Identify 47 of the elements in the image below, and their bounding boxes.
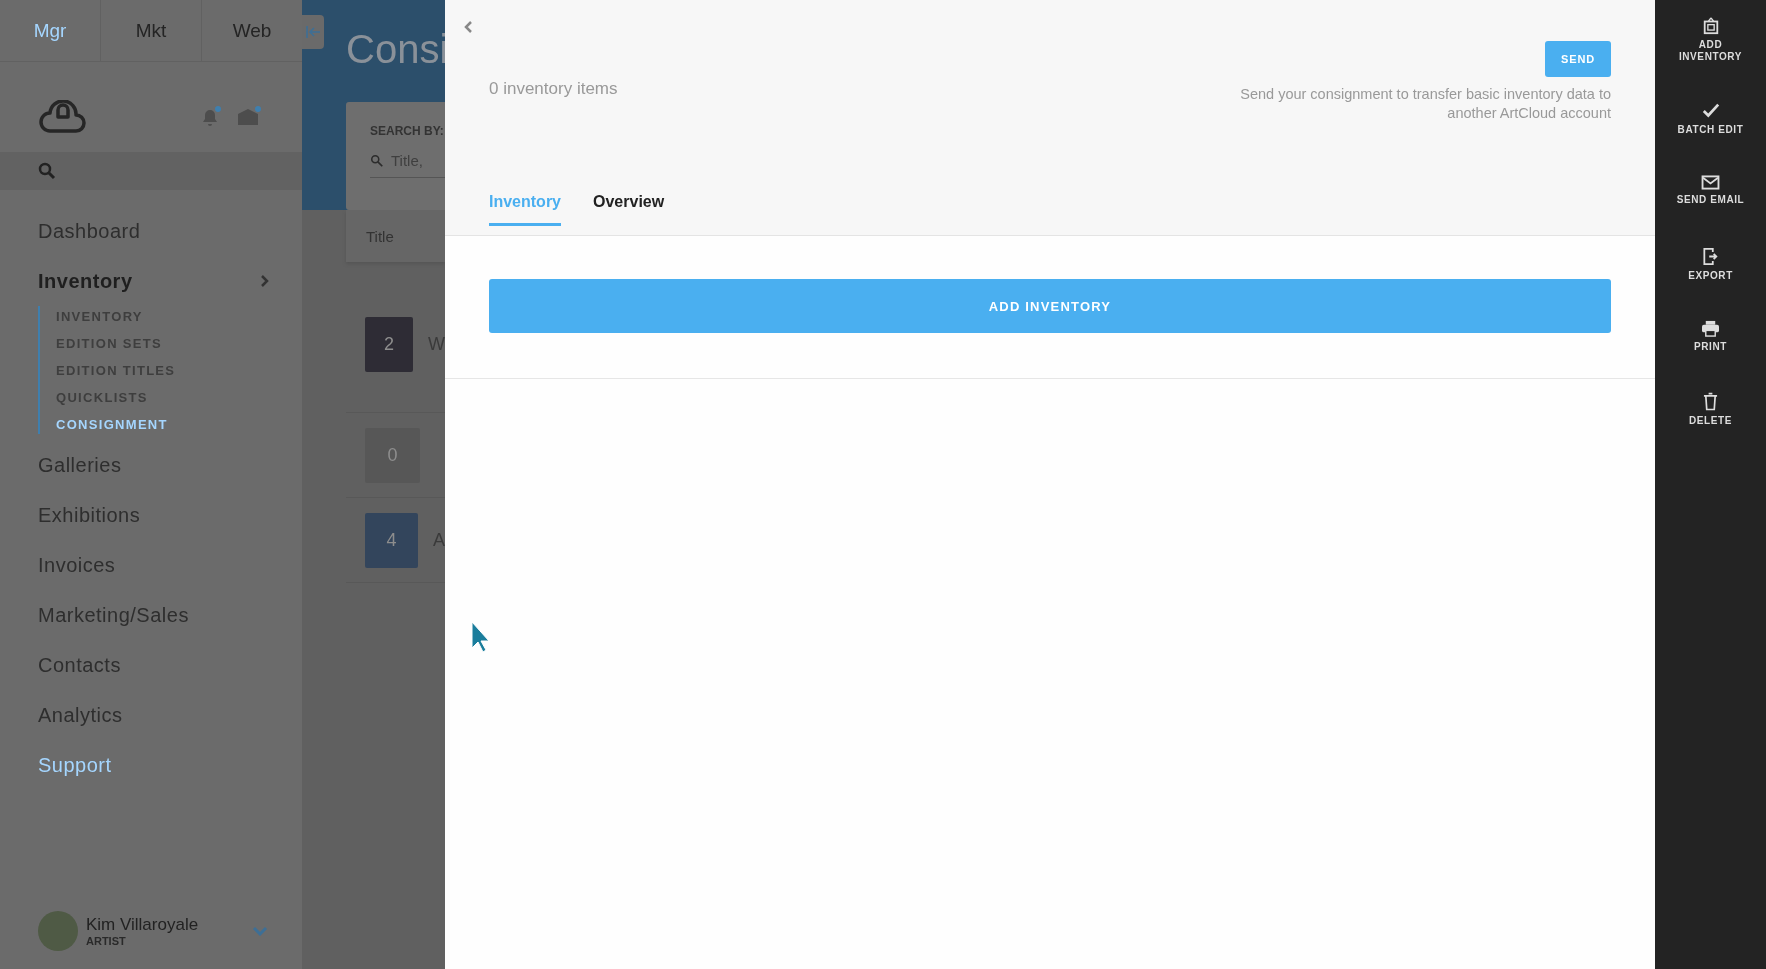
- cursor-icon: [470, 620, 490, 654]
- nav-item[interactable]: Support: [38, 753, 112, 777]
- toolbar-button[interactable]: EXPORT: [1655, 247, 1766, 320]
- toolbar-button[interactable]: DELETE: [1655, 392, 1766, 465]
- send-button[interactable]: SEND: [1545, 41, 1611, 77]
- nav-item[interactable]: Contacts: [38, 653, 121, 677]
- tab[interactable]: Overview: [593, 193, 665, 226]
- toolbar-button[interactable]: PRINT: [1655, 319, 1766, 392]
- avatar: [38, 911, 78, 951]
- toolbar-button[interactable]: ADD INVENTORY: [1655, 17, 1766, 102]
- nav-item[interactable]: Dashboard: [38, 219, 141, 243]
- nav-item[interactable]: Analytics: [38, 703, 123, 727]
- collapse-icon: [305, 25, 321, 39]
- send-description: Send your consignment to transfer basic inventory data to another ArtCloud account: [1239, 85, 1611, 123]
- nav-item[interactable]: Marketing/Sales: [38, 603, 189, 627]
- user-name: Kim Villaroyale: [86, 915, 199, 935]
- add-inventory-button[interactable]: ADD INVENTORY: [489, 279, 1611, 333]
- search-icon: [370, 153, 384, 168]
- search-icon: [37, 161, 57, 181]
- search-label: SEARCH BY:: [370, 124, 445, 138]
- search-field[interactable]: [0, 152, 302, 190]
- nav-item[interactable]: Invoices: [38, 553, 116, 577]
- cloud-logo-icon: [38, 100, 86, 134]
- framed-picture-icon: [1701, 17, 1720, 35]
- subnav-item[interactable]: CONSIGNMENT: [56, 417, 302, 432]
- collapse-button[interactable]: [302, 15, 324, 49]
- app-tab[interactable]: Mkt: [101, 0, 202, 61]
- nav-item[interactable]: Inventory: [38, 269, 133, 293]
- trash-icon: [1703, 392, 1718, 411]
- caret-icon[interactable]: [252, 926, 268, 936]
- inventory-count: 0 inventory items: [489, 79, 618, 99]
- user-role: ARTIST: [86, 935, 127, 947]
- nav-item[interactable]: Galleries: [38, 453, 122, 477]
- thumbnail-count: 2: [384, 333, 394, 355]
- tab[interactable]: Inventory: [489, 193, 561, 226]
- app-tab[interactable]: Web: [202, 0, 302, 61]
- toolbar-button[interactable]: SEND EMAIL: [1655, 174, 1766, 247]
- page-title: Consi: [346, 27, 445, 71]
- checkmark-icon: [1700, 102, 1721, 120]
- printer-icon: [1701, 319, 1720, 337]
- chevron-icon[interactable]: [260, 274, 270, 288]
- thumbnail-count: 4: [386, 529, 397, 551]
- app-tab[interactable]: Mgr: [0, 0, 101, 61]
- toolbar-button[interactable]: BATCH EDIT: [1655, 102, 1766, 175]
- back-icon[interactable]: [463, 20, 473, 34]
- export-icon: [1702, 247, 1719, 266]
- nav-item[interactable]: Exhibitions: [38, 503, 141, 527]
